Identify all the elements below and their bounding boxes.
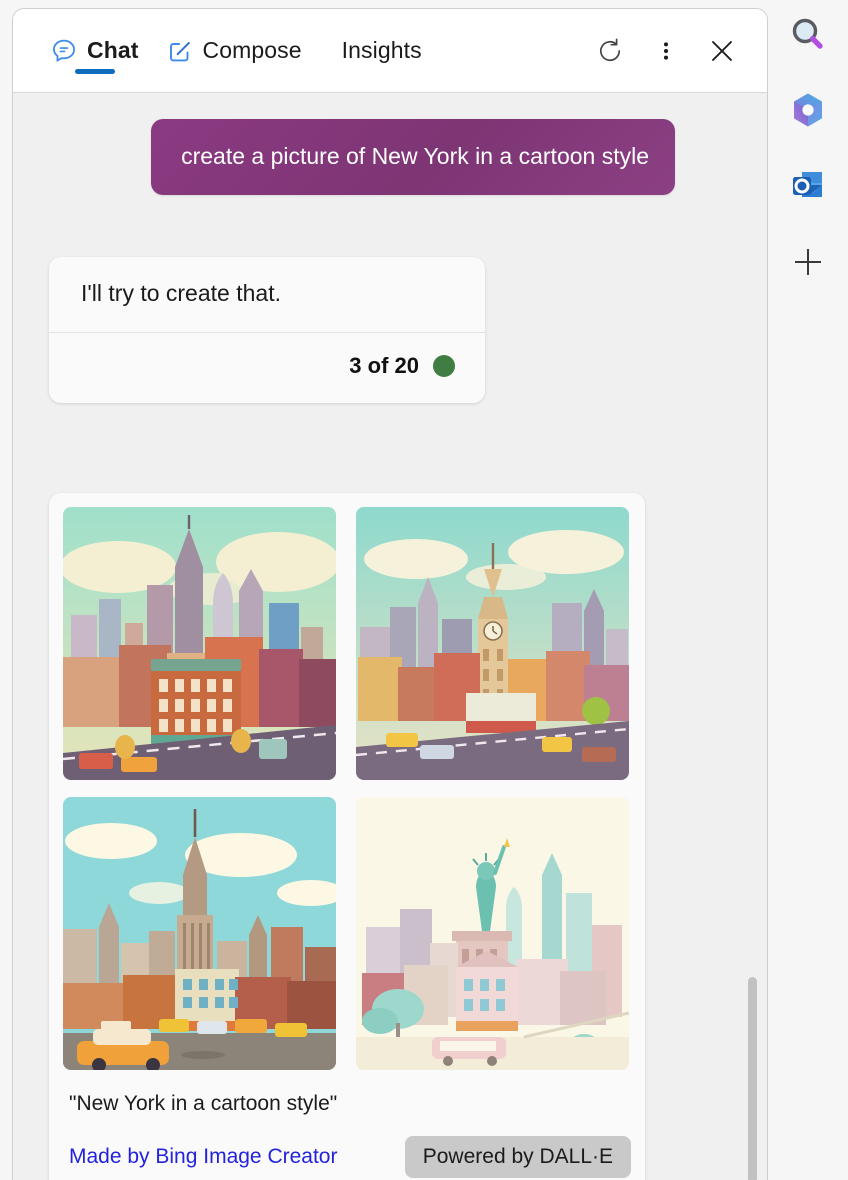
tab-active-underline — [74, 68, 115, 74]
outlook-icon — [793, 172, 822, 197]
tab-chat[interactable]: Chat — [37, 22, 153, 80]
generated-image-4[interactable] — [355, 797, 629, 1070]
microsoft-copilot-icon — [794, 93, 822, 127]
copilot-panel: Chat Compose Insights create a picture o… — [12, 8, 768, 1180]
more-options-button[interactable] — [647, 32, 685, 70]
close-button[interactable] — [703, 32, 741, 70]
bing-image-creator-link[interactable]: Made by Bing Image Creator — [69, 1145, 337, 1169]
conversation-scroll-area: create a picture of New York in a cartoo… — [13, 93, 767, 1180]
close-icon — [712, 40, 732, 61]
refresh-button[interactable] — [591, 32, 629, 70]
generated-image-2[interactable] — [355, 507, 629, 780]
generated-image-3[interactable] — [63, 797, 336, 1070]
refresh-icon — [600, 38, 621, 61]
search-icon — [792, 18, 823, 49]
generated-image-1[interactable] — [63, 507, 336, 780]
rail-item-add[interactable] — [786, 240, 830, 284]
header-actions — [591, 32, 749, 70]
rail-item-outlook[interactable] — [786, 164, 830, 208]
image-card-footer: Made by Bing Image Creator Powered by DA… — [63, 1116, 631, 1180]
assistant-reply-text: I'll try to create that. — [49, 257, 485, 333]
tab-insights[interactable]: Insights — [316, 22, 436, 80]
assistant-reply-row: I'll try to create that. 3 of 20 — [49, 257, 727, 403]
rail-item-copilot[interactable] — [786, 88, 830, 132]
image-prompt-caption: "New York in a cartoon style" — [69, 1092, 338, 1115]
tab-compose[interactable]: Compose — [153, 22, 316, 80]
tab-compose-label: Compose — [202, 37, 302, 63]
powered-by-dalle-badge: Powered by DALL·E — [404, 1136, 631, 1178]
turn-counter-label: 3 of 20 — [349, 353, 419, 378]
panel-header: Chat Compose Insights — [13, 9, 767, 93]
more-vertical-icon — [664, 41, 668, 60]
tab-insights-label: Insights — [341, 37, 422, 63]
user-message-row: create a picture of New York in a cartoo… — [49, 119, 727, 195]
chat-bubble-icon — [51, 38, 77, 64]
assistant-reply-card: I'll try to create that. 3 of 20 — [49, 257, 485, 403]
rail-item-search[interactable] — [786, 12, 830, 56]
conversation-scrollbar[interactable] — [747, 95, 759, 1180]
image-grid — [63, 507, 631, 1070]
status-dot-icon — [433, 355, 455, 377]
add-app-icon — [795, 249, 821, 275]
tab-bar: Chat Compose Insights — [37, 22, 591, 80]
app-root: Chat Compose Insights create a picture o… — [0, 0, 848, 1180]
image-result-card: "New York in a cartoon style" Made by Bi… — [49, 493, 645, 1180]
image-result-row: "New York in a cartoon style" Made by Bi… — [49, 465, 727, 1180]
scrollbar-thumb[interactable] — [748, 977, 757, 1180]
turn-counter: 3 of 20 — [49, 333, 485, 403]
compose-pencil-icon — [167, 38, 193, 64]
app-rail — [768, 0, 848, 1180]
user-message-bubble: create a picture of New York in a cartoo… — [151, 119, 675, 195]
tab-chat-label: Chat — [87, 37, 139, 63]
